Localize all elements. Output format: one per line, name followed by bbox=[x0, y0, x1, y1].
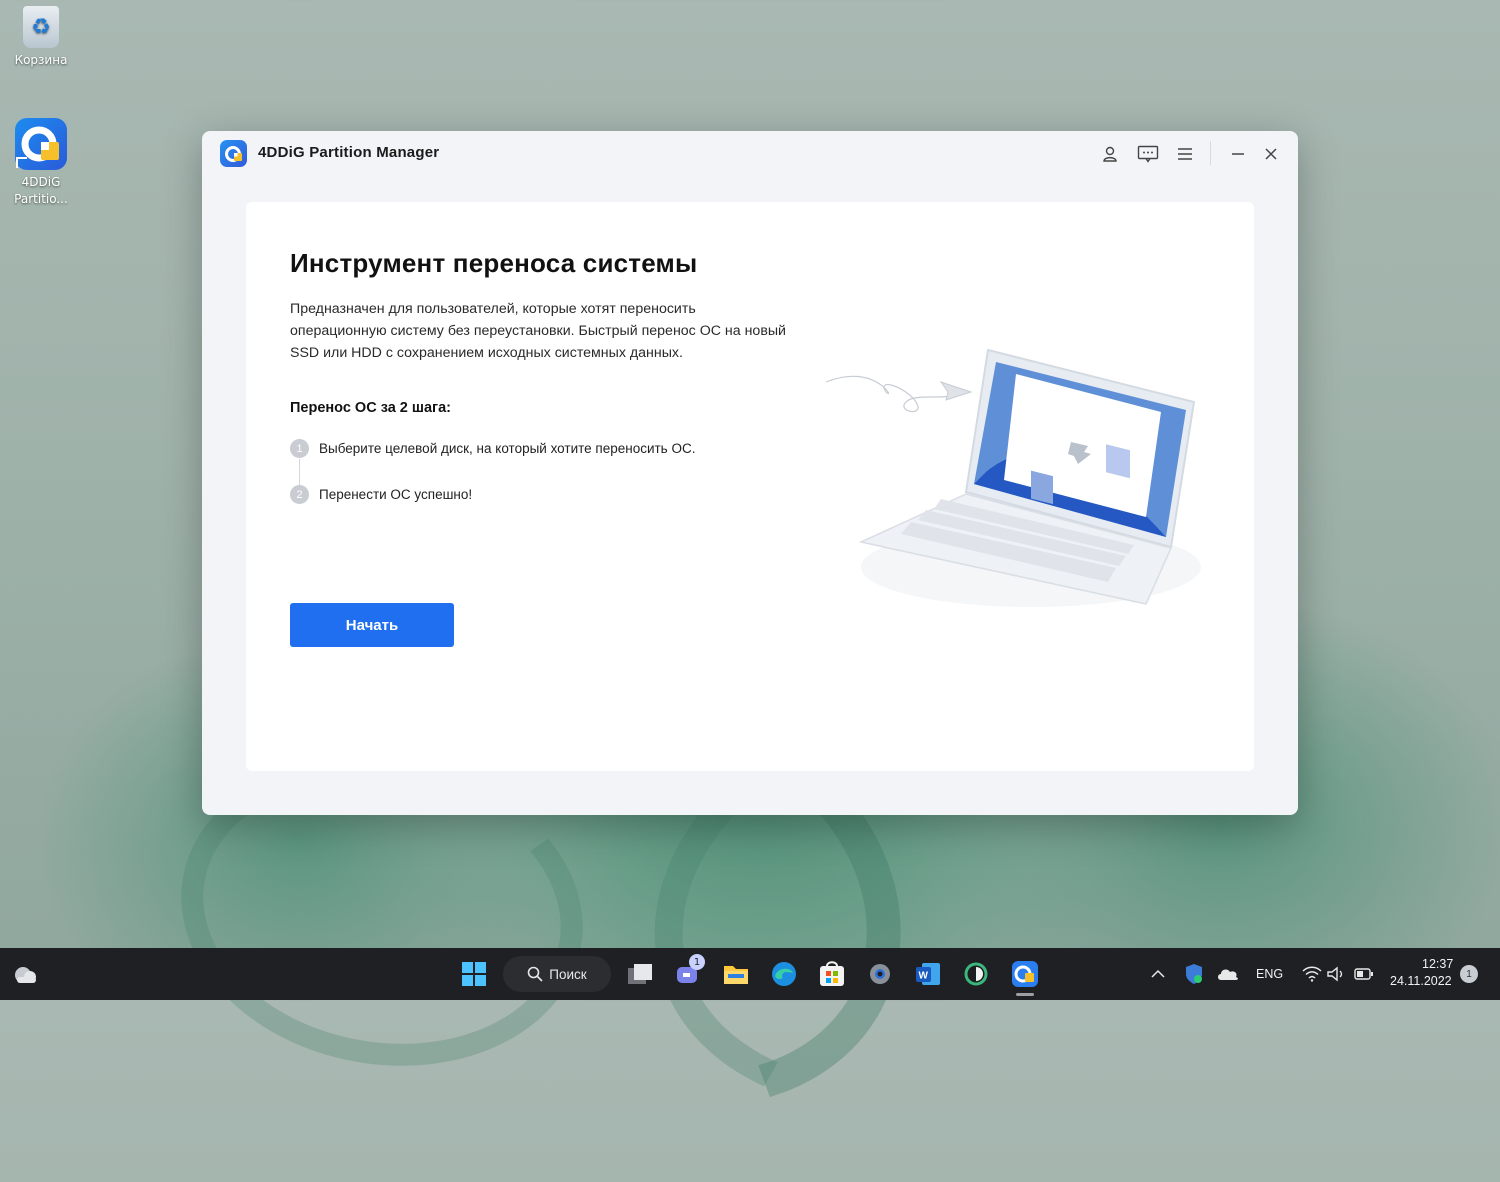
page-title: Инструмент переноса системы bbox=[290, 248, 698, 278]
menu-icon bbox=[1178, 148, 1192, 160]
desktop-icon-4ddig[interactable]: 4DDiG Partitio... bbox=[9, 118, 73, 208]
word-icon: W bbox=[916, 963, 940, 985]
chat-button[interactable]: 1 bbox=[672, 954, 705, 990]
battery-icon bbox=[1354, 968, 1373, 980]
4ddig-app-icon bbox=[15, 118, 67, 170]
active-app-indicator bbox=[1016, 993, 1034, 996]
chat-badge: 1 bbox=[689, 954, 705, 970]
edge-browser-button[interactable] bbox=[768, 958, 800, 990]
weather-widget[interactable] bbox=[9, 958, 41, 990]
user-icon bbox=[1103, 146, 1117, 162]
4ddig-taskbar-button[interactable] bbox=[1009, 958, 1041, 990]
laptop-illustration bbox=[825, 348, 1201, 607]
cloud-icon bbox=[1218, 969, 1238, 980]
clock-date[interactable]: 24.11.2022 bbox=[1390, 974, 1452, 988]
app-window: 4DDiG Partition Manager Инструмент перен… bbox=[202, 131, 1298, 815]
steps-title: Перенос ОС за 2 шага: bbox=[290, 400, 451, 416]
step-item: 2 Перенести ОС успешно! bbox=[290, 485, 472, 504]
chevron-up-icon bbox=[1151, 969, 1165, 978]
step-item: 1 Выберите целевой диск, на который хоти… bbox=[290, 439, 695, 458]
gear-icon bbox=[870, 964, 890, 984]
step-text: Перенести ОС успешно! bbox=[319, 487, 473, 502]
task-view-button[interactable] bbox=[624, 958, 656, 990]
weather-cloud-icon bbox=[15, 967, 36, 983]
taskbar-search[interactable]: Поиск bbox=[503, 956, 611, 992]
start-button[interactable]: Начать bbox=[290, 603, 454, 647]
page-description: Предназначен для пользователей, которые … bbox=[290, 301, 786, 361]
system-migration-card: Инструмент переноса системы Предназначен… bbox=[246, 202, 1254, 771]
notification-badge[interactable]: 1 bbox=[1460, 965, 1478, 983]
step-connector bbox=[299, 459, 300, 487]
store-icon bbox=[820, 961, 844, 986]
desktop-icon-label: Корзина bbox=[14, 53, 68, 67]
step-number: 2 bbox=[290, 485, 309, 504]
app-logo-icon bbox=[220, 140, 247, 167]
minimize-icon bbox=[1232, 153, 1244, 155]
taskbar: Поиск 1 W ENG 12:37 24.11.2022 1 bbox=[0, 948, 1500, 1000]
account-button[interactable] bbox=[1096, 141, 1124, 167]
step-text: Выберите целевой диск, на который хотите… bbox=[319, 441, 696, 456]
input-language[interactable]: ENG bbox=[1256, 967, 1283, 981]
app-button-green[interactable] bbox=[960, 958, 992, 990]
close-button[interactable] bbox=[1257, 141, 1285, 167]
feedback-icon bbox=[1137, 145, 1159, 163]
show-hidden-icons-button[interactable] bbox=[1142, 958, 1174, 990]
word-button[interactable]: W bbox=[912, 958, 944, 990]
onedrive-tray-button[interactable] bbox=[1212, 958, 1244, 990]
edge-icon bbox=[772, 962, 796, 986]
titlebar-divider bbox=[1210, 141, 1211, 165]
settings-button[interactable] bbox=[864, 958, 896, 990]
4ddig-app-icon bbox=[1012, 961, 1038, 987]
shield-icon bbox=[1186, 964, 1202, 984]
step-number: 1 bbox=[290, 439, 309, 458]
speaker-icon bbox=[1327, 966, 1343, 982]
recycle-bin-icon: ♻ bbox=[23, 6, 59, 48]
feedback-button[interactable] bbox=[1134, 141, 1162, 167]
start-button[interactable] bbox=[458, 958, 490, 990]
folder-icon bbox=[724, 966, 748, 984]
wifi-icon bbox=[1302, 966, 1322, 982]
file-explorer-button[interactable] bbox=[720, 958, 752, 990]
app-title: 4DDiG Partition Manager bbox=[258, 144, 440, 161]
windows-logo-icon bbox=[462, 962, 486, 986]
task-view-icon bbox=[628, 964, 652, 984]
clock-time[interactable]: 12:37 bbox=[1422, 957, 1453, 971]
title-bar[interactable]: 4DDiG Partition Manager bbox=[202, 131, 1298, 177]
search-label: Поиск bbox=[549, 966, 587, 982]
menu-button[interactable] bbox=[1171, 141, 1199, 167]
desktop-icon-recycle-bin[interactable]: ♻ Корзина bbox=[9, 6, 73, 69]
svg-text:W: W bbox=[919, 971, 929, 982]
close-icon bbox=[1265, 148, 1277, 160]
store-button[interactable] bbox=[816, 958, 848, 990]
security-tray-button[interactable] bbox=[1178, 958, 1210, 990]
green-circle-app-icon bbox=[964, 962, 988, 986]
search-icon bbox=[527, 966, 543, 982]
minimize-button[interactable] bbox=[1224, 141, 1252, 167]
battery-tray-button[interactable] bbox=[1348, 958, 1380, 990]
desktop-icon-label: 4DDiG Partitio... bbox=[14, 175, 68, 206]
